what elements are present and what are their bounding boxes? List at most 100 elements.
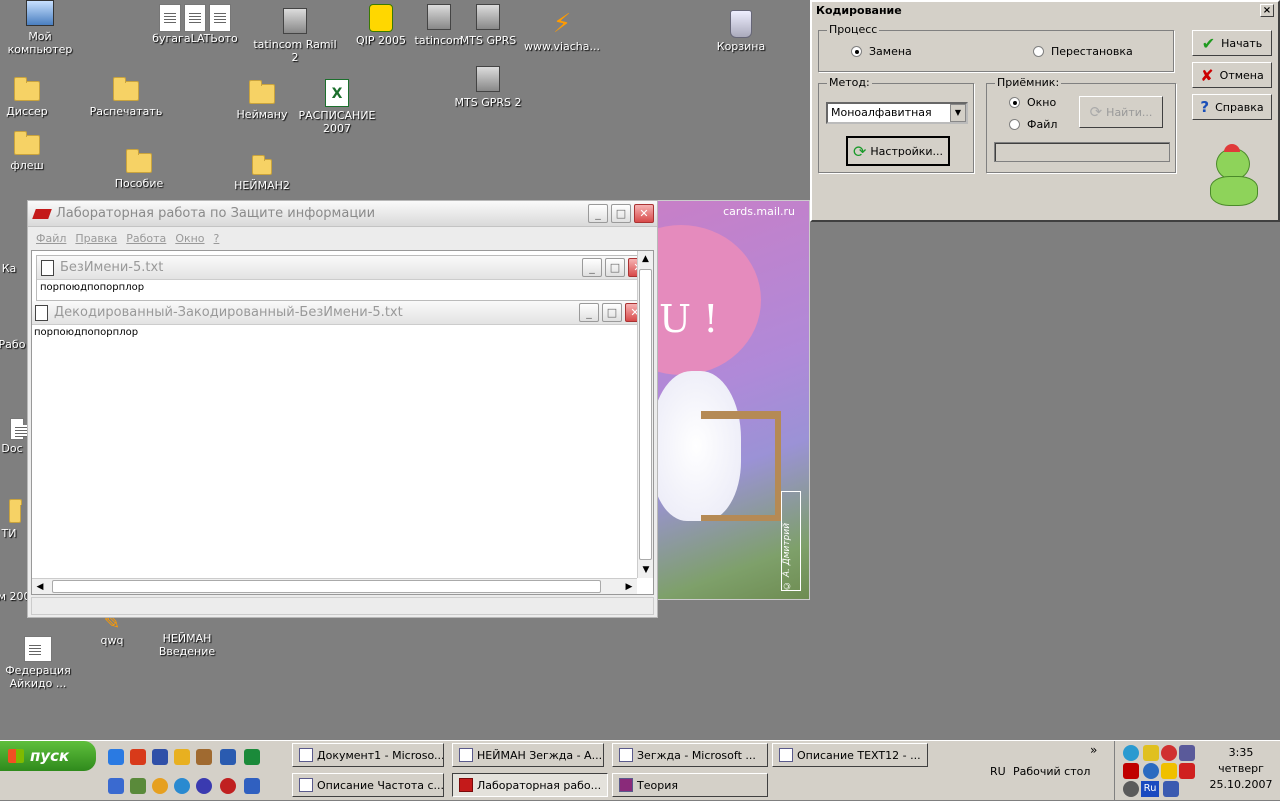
scroll-up-icon[interactable]: ▲ — [638, 251, 653, 267]
desktop-icon-mts-gprs-2[interactable]: MTS GPRS 2 — [443, 66, 533, 109]
desktop-icon-neyman2[interactable]: НЕЙМАН2 — [217, 155, 307, 192]
kaspersky-icon[interactable] — [1123, 763, 1139, 779]
pencil-icon[interactable] — [174, 749, 190, 765]
media-player-icon[interactable] — [196, 778, 212, 794]
taskbar-chevron[interactable]: » — [1090, 743, 1097, 757]
find-button[interactable]: ⟳ Найти... — [1079, 96, 1163, 128]
desktop-icon-raspechatat[interactable]: Распечатать — [81, 76, 171, 118]
radio-window[interactable]: Окно — [1009, 96, 1056, 109]
child-titlebar[interactable]: Декодированный-Закодированный-БезИмени-5… — [32, 301, 645, 325]
close-button[interactable]: × — [1260, 4, 1274, 17]
task-teoriya[interactable]: Теория — [612, 773, 768, 797]
blocked-icon[interactable] — [1161, 745, 1177, 761]
child-text[interactable]: порпоюдпопорплор — [32, 325, 645, 340]
task-neyman-zegzhda[interactable]: НЕЙМАН Зегжда - А... — [452, 743, 604, 767]
desktop-icon-flesh[interactable]: флеш — [0, 130, 72, 172]
network-connection-icon — [283, 8, 307, 34]
search-icon[interactable] — [174, 778, 190, 794]
pen-icon[interactable] — [1143, 745, 1159, 761]
desktop-icon-bugagalat[interactable]: бугагаLATЬото — [150, 4, 240, 45]
desktop-icon-federation[interactable]: Федерация Айкидо ... — [0, 636, 83, 690]
globe-icon[interactable] — [1143, 763, 1159, 779]
desktop-icon-tatincom-ramil[interactable]: tatincom Ramil 2 — [250, 8, 340, 64]
maximize-button[interactable]: □ — [611, 204, 631, 223]
acrobat-icon[interactable] — [130, 749, 146, 765]
desktop-icon-neyman-vvedenie[interactable]: НЕЙМАН Введение — [142, 612, 232, 658]
opera-icon[interactable] — [220, 778, 236, 794]
qip-icon — [369, 4, 393, 32]
task-lab-work[interactable]: Лабораторная рабо... — [452, 773, 608, 797]
settings-button[interactable]: ⟳ Настройки... — [846, 136, 950, 166]
scroll-thumb[interactable] — [639, 269, 652, 560]
radio-replace[interactable]: Замена — [851, 45, 912, 58]
book-icon — [619, 778, 633, 792]
desktop-icon-viacha[interactable]: ⚡ www.viacha... — [517, 10, 607, 53]
clock[interactable]: 3:35 четверг 25.10.2007 — [1201, 745, 1280, 793]
task-document1[interactable]: Документ1 - Microso... — [292, 743, 444, 767]
vertical-scrollbar[interactable]: ▲ ▼ — [637, 251, 653, 578]
child-titlebar[interactable]: БезИмени-5.txt _ □ ✕ — [37, 256, 648, 280]
menu-help[interactable]: ? — [214, 232, 220, 245]
minimize-button[interactable]: _ — [579, 303, 599, 322]
lab-window-titlebar[interactable]: Лабораторная работа по Защите информации… — [28, 201, 657, 227]
language-indicator[interactable]: RU — [990, 765, 1006, 778]
disconnected-icon[interactable] — [1179, 745, 1195, 761]
clock-icon[interactable] — [152, 778, 168, 794]
task-opisanie-text12[interactable]: Описание TEXT12 - ... — [772, 743, 928, 767]
word-icon[interactable] — [220, 749, 236, 765]
settings-icon[interactable] — [1123, 781, 1139, 797]
close-button[interactable]: ✕ — [634, 204, 654, 223]
process-label: Процесс — [827, 23, 880, 36]
minimize-button[interactable]: _ — [582, 258, 602, 277]
scroll-thumb[interactable] — [52, 580, 601, 593]
ie-icon[interactable] — [108, 749, 124, 765]
menu-window[interactable]: Окно — [175, 232, 204, 245]
scroll-down-icon[interactable]: ▼ — [638, 562, 653, 578]
user-icon[interactable] — [196, 749, 212, 765]
ati-icon[interactable] — [1179, 763, 1195, 779]
child-text[interactable]: порпоюдпопорплор — [37, 280, 648, 295]
ru-badge[interactable]: Ru — [1141, 781, 1159, 797]
excel-icon[interactable] — [244, 749, 260, 765]
method-select[interactable]: Моноалфавитная ▼ — [826, 102, 968, 124]
scroll-right-icon[interactable]: ▶ — [621, 579, 637, 594]
help-button[interactable]: ? Справка — [1192, 94, 1272, 120]
desktop-toolbar-label[interactable]: Рабочий стол — [1013, 765, 1090, 778]
task-zegzhda[interactable]: Зегжда - Microsoft ... — [612, 743, 768, 767]
file-path-field[interactable] — [994, 142, 1170, 162]
network-icon[interactable] — [1123, 745, 1139, 761]
menu-work[interactable]: Работа — [126, 232, 166, 245]
start-button[interactable]: ✔ Начать — [1192, 30, 1272, 56]
menu-file[interactable]: Файл — [36, 232, 66, 245]
bin-icon[interactable] — [1163, 781, 1179, 797]
desktop-icon-disser[interactable]: Диссер — [0, 76, 72, 118]
refresh-icon: ⟳ — [852, 141, 867, 161]
dialog-titlebar[interactable]: Кодирование × — [812, 2, 1278, 19]
task-label: Лабораторная рабо... — [477, 778, 602, 792]
app-icon[interactable] — [244, 778, 260, 794]
start-button[interactable]: пуск — [0, 741, 96, 771]
menu-edit[interactable]: Правка — [75, 232, 117, 245]
image-icon[interactable] — [130, 778, 146, 794]
warning-icon[interactable] — [1161, 763, 1177, 779]
maximize-button[interactable]: □ — [602, 303, 622, 322]
document-icon — [184, 4, 206, 32]
chevron-down-icon[interactable]: ▼ — [950, 104, 966, 122]
minimize-button[interactable]: _ — [588, 204, 608, 223]
process-group: Процесс Замена Перестановка — [818, 23, 1174, 72]
method-group: Метод: Моноалфавитная ▼ ⟳ Настройки... — [818, 76, 974, 173]
desktop-icon-raspisanie[interactable]: X РАСПИСАНИЕ 2007 — [292, 79, 382, 135]
horizontal-scrollbar[interactable]: ◀ ▶ — [32, 578, 637, 594]
recycle-bin-icon[interactable]: Корзина — [696, 10, 786, 53]
save-disk-icon[interactable] — [152, 749, 168, 765]
maximize-button[interactable]: □ — [605, 258, 625, 277]
receiver-group: Приёмник: Окно Файл ⟳ Найти... — [986, 76, 1176, 173]
radio-file[interactable]: Файл — [1009, 118, 1057, 131]
tool-icon[interactable] — [108, 778, 124, 794]
desktop-icon-posobie[interactable]: Пособие — [94, 148, 184, 190]
radio-permute[interactable]: Перестановка — [1033, 45, 1133, 58]
cancel-button[interactable]: ✘ Отмена — [1192, 62, 1272, 88]
scroll-left-icon[interactable]: ◀ — [32, 579, 48, 594]
task-opisanie-chastota[interactable]: Описание Частота с... — [292, 773, 444, 797]
my-computer-icon[interactable]: Мой компьютер — [0, 0, 85, 56]
